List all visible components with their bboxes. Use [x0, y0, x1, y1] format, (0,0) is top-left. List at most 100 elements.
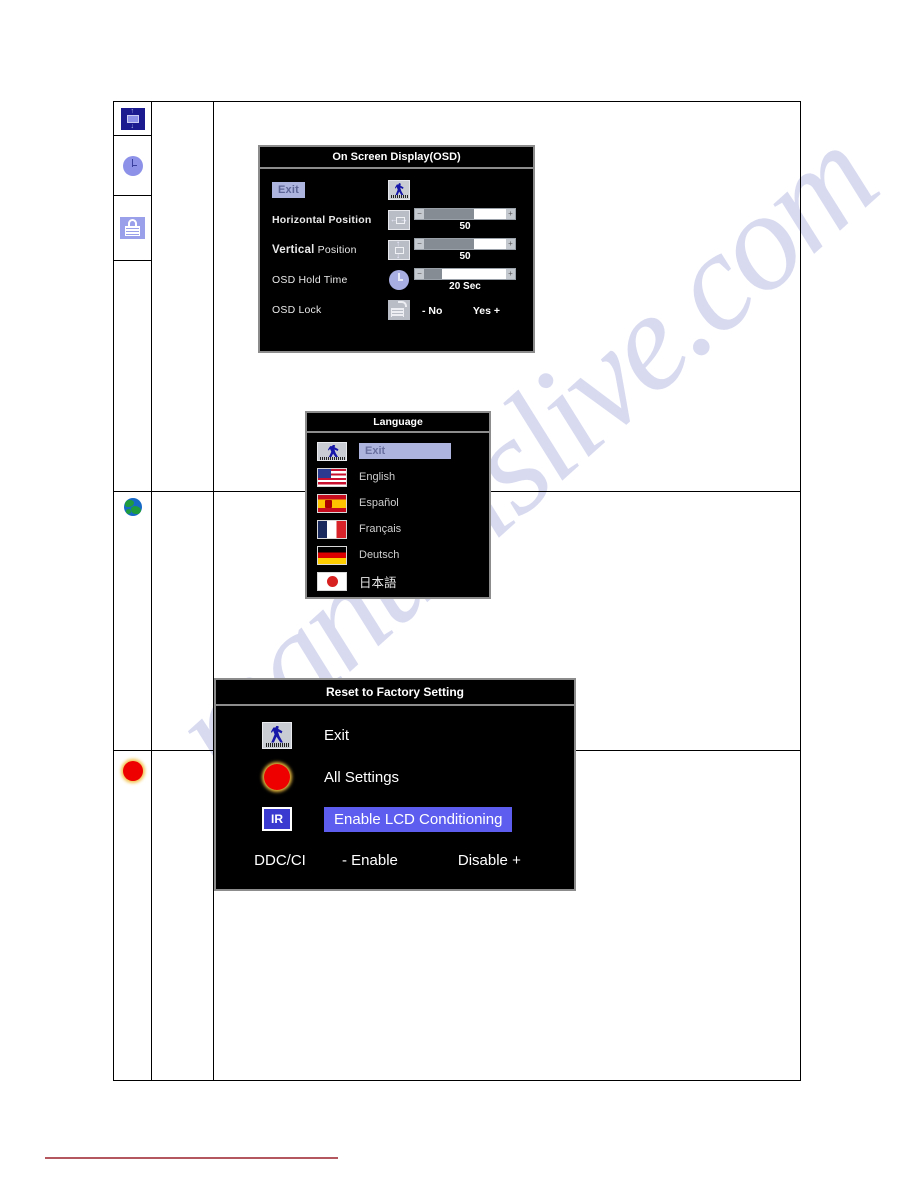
osd-hold-time-icon	[122, 155, 143, 176]
osd-hold-time-value: 20 Sec	[449, 281, 481, 292]
row-icon-column	[114, 751, 152, 1080]
osd-exit-label: Exit	[272, 182, 305, 198]
language-label: English	[359, 471, 396, 483]
reset-row-exit[interactable]: Exit	[216, 714, 574, 756]
osd-lock-label: OSD Lock	[272, 304, 322, 316]
osd-hold-time-label: OSD Hold Time	[272, 274, 348, 286]
horizontal-position-value: 50	[459, 221, 471, 232]
vertical-position-value: 50	[459, 251, 471, 262]
osd-row-hold-time[interactable]: OSD Hold Time − + 20 Sec	[272, 265, 521, 295]
osd-settings-panel: On Screen Display(OSD) Exit Horizontal P…	[258, 145, 535, 353]
reset-row-ddc-ci[interactable]: DDC/CI - Enable Disable +	[216, 840, 574, 880]
footer-rule	[45, 1157, 338, 1159]
osd-exit-icon-cell	[384, 180, 414, 200]
reset-row-lcd-conditioning[interactable]: IR Enable LCD Conditioning	[216, 798, 574, 840]
language-globe-icon	[123, 498, 142, 516]
osd-exit-cell: Exit	[272, 182, 384, 198]
reset-exit-icon-cell	[254, 721, 300, 749]
language-item-francais[interactable]: Français	[307, 516, 489, 542]
language-item-japanese[interactable]: 日本語	[307, 568, 489, 594]
osd-vertical-slider-cell: − + 50	[414, 238, 521, 262]
red-circle-icon	[264, 764, 290, 790]
language-label: Deutsch	[359, 549, 400, 561]
sidebar-item-osd-hold-time[interactable]	[114, 136, 151, 196]
row-middle-column	[152, 492, 214, 750]
language-label: Français	[359, 523, 402, 535]
sidebar-item-reset-factory[interactable]	[114, 751, 151, 781]
sidebar-item-language[interactable]	[114, 492, 151, 516]
flag-fr-icon	[317, 519, 347, 539]
exit-person-icon	[262, 721, 292, 749]
language-item-deutsch[interactable]: Deutsch	[307, 542, 489, 568]
panel-title: Language	[307, 413, 489, 433]
panel-title: Reset to Factory Setting	[216, 680, 574, 706]
language-item-espanol[interactable]: Español	[307, 490, 489, 516]
reset-ir-icon-cell: IR	[254, 807, 300, 831]
enable-lcd-conditioning-label: Enable LCD Conditioning	[324, 806, 513, 832]
sidebar-item-vertical-position[interactable]: ↑ ↓	[114, 102, 151, 136]
ir-icon: IR	[262, 807, 292, 831]
reset-exit-label: Exit	[324, 726, 350, 744]
clock-icon	[389, 270, 409, 290]
osd-vertical-icon-cell: ↑ ↓	[384, 240, 414, 260]
flag-es-icon	[317, 493, 347, 513]
osd-horizontal-slider-cell: − + 50	[414, 208, 521, 232]
slider-fill	[424, 269, 442, 279]
reset-all-settings-label: All Settings	[324, 768, 400, 786]
ddc-disable-option[interactable]: Disable +	[458, 852, 521, 869]
language-label: Español	[359, 497, 399, 509]
panel-title: On Screen Display(OSD)	[260, 147, 533, 169]
language-label: 日本語	[359, 575, 397, 590]
flag-de-icon	[317, 545, 347, 565]
language-item-exit[interactable]: Exit	[307, 438, 489, 464]
osd-lock-icon	[120, 217, 145, 239]
osd-lock-icon-cell	[384, 300, 414, 320]
flag-jp-icon	[317, 571, 347, 591]
osd-vertical-label-bold: Vertical	[272, 244, 315, 256]
row-icon-column	[114, 492, 152, 750]
unlock-icon	[388, 300, 410, 320]
row-icon-column: ↑ ↓	[114, 102, 152, 491]
slider-minus-icon[interactable]: −	[415, 209, 424, 219]
osd-hold-time-slider[interactable]: − +	[414, 268, 516, 280]
osd-lock-no-option[interactable]: - No	[422, 305, 442, 317]
horizontal-position-icon: ← →	[388, 210, 410, 230]
language-item-english[interactable]: English	[307, 464, 489, 490]
osd-row-vertical-position[interactable]: Vertical Position ↑ ↓ − + 50	[272, 235, 521, 265]
language-panel: Language Exit English Español Français D…	[305, 411, 491, 599]
osd-row-horizontal-position[interactable]: Horizontal Position ← → − + 50	[272, 205, 521, 235]
sidebar-item-osd-lock[interactable]	[114, 196, 151, 261]
slider-fill	[424, 239, 474, 249]
language-exit-label: Exit	[359, 443, 451, 459]
slider-minus-icon[interactable]: −	[415, 239, 424, 249]
reset-row-all-settings[interactable]: All Settings	[216, 756, 574, 798]
slider-plus-icon[interactable]: +	[506, 209, 515, 219]
reset-factory-icon	[122, 761, 143, 781]
slider-minus-icon[interactable]: −	[415, 269, 424, 279]
slider-plus-icon[interactable]: +	[506, 269, 515, 279]
vertical-position-slider[interactable]: − +	[414, 238, 516, 250]
osd-vertical-label-rest: Position	[317, 244, 357, 256]
row-middle-column	[152, 751, 214, 1080]
reset-factory-panel: Reset to Factory Setting Exit All Settin…	[214, 678, 576, 891]
osd-horizontal-position-label: Horizontal Position	[272, 214, 372, 226]
flag-us-icon	[317, 467, 347, 487]
horizontal-position-slider[interactable]: − +	[414, 208, 516, 220]
osd-lock-yes-option[interactable]: Yes +	[473, 305, 500, 317]
exit-person-icon	[388, 180, 410, 200]
osd-hold-icon-cell	[384, 270, 414, 290]
slider-fill	[424, 209, 474, 219]
ddc-ci-label: DDC/CI	[254, 851, 306, 869]
exit-person-icon	[317, 441, 347, 461]
osd-row-exit[interactable]: Exit	[272, 175, 521, 205]
row-middle-column	[152, 102, 214, 491]
vertical-position-icon: ↑ ↓	[120, 107, 145, 130]
osd-row-osd-lock[interactable]: OSD Lock - No Yes +	[272, 295, 521, 325]
vertical-position-icon: ↑ ↓	[388, 240, 410, 260]
ddc-enable-option[interactable]: - Enable	[342, 852, 398, 869]
reset-all-icon-cell	[254, 764, 300, 790]
slider-plus-icon[interactable]: +	[506, 239, 515, 249]
osd-vertical-position-label: Vertical Position	[272, 244, 384, 256]
osd-horizontal-icon-cell: ← →	[384, 210, 414, 230]
